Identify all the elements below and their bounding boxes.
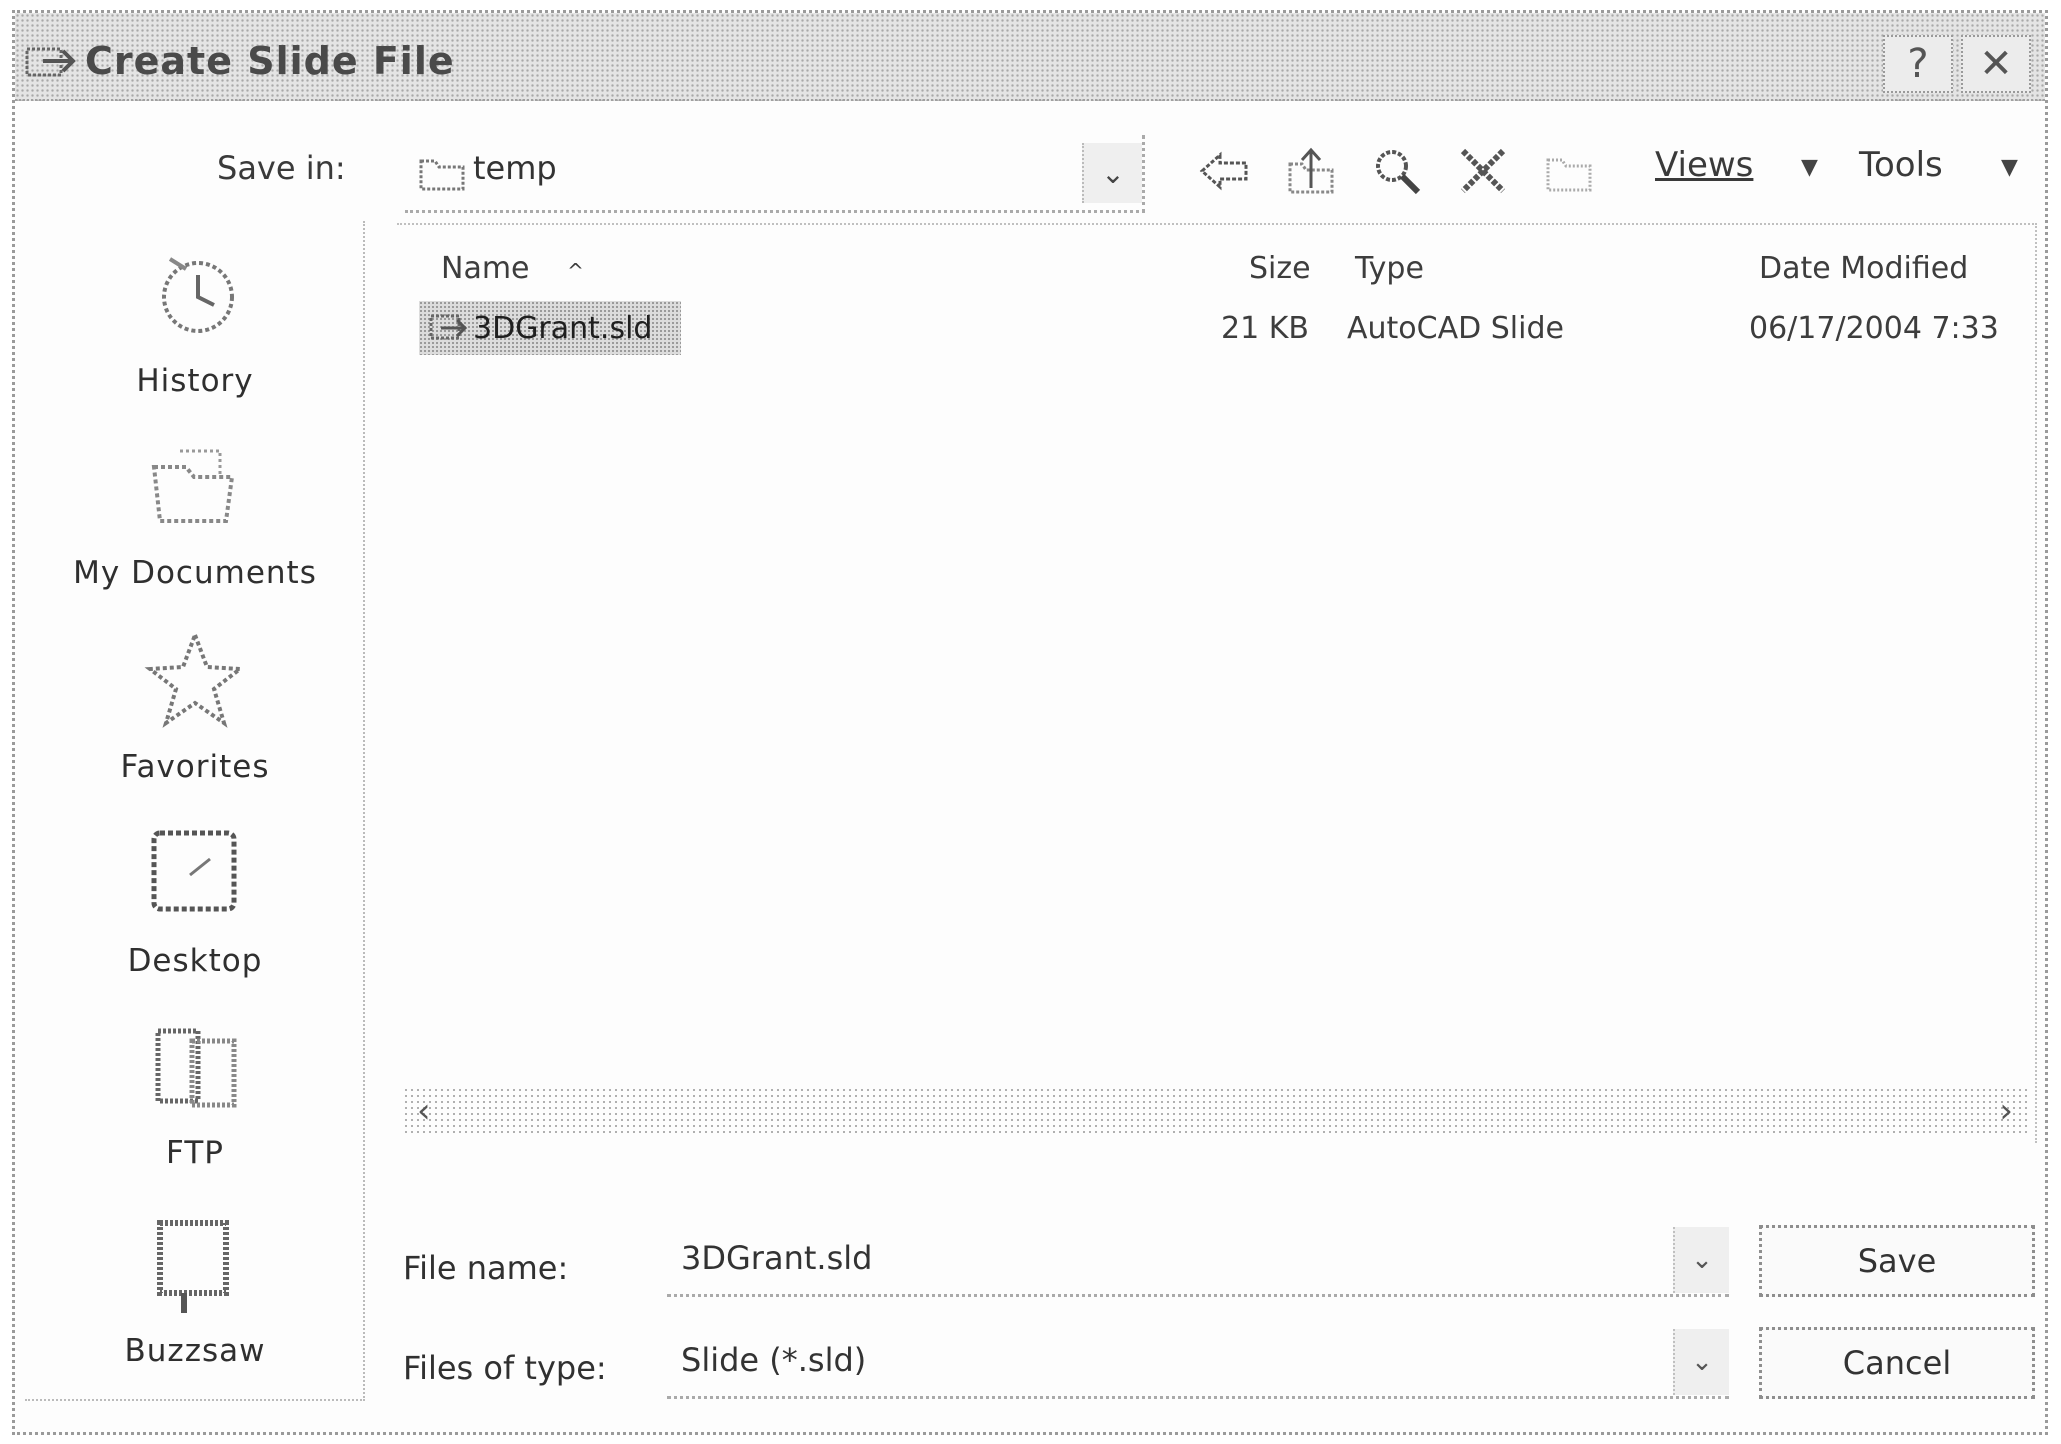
search-web-button[interactable] <box>1367 141 1427 201</box>
ftp-icon <box>155 1028 237 1108</box>
desktop-icon <box>151 830 237 912</box>
create-slide-file-dialog: Create Slide File ? ✕ Save in: temp ⌄ Vi… <box>12 10 2048 1435</box>
file-name-value: 3DGrant.sld <box>681 1239 873 1277</box>
cancel-button[interactable]: Cancel <box>1759 1327 2035 1399</box>
back-button[interactable] <box>1195 141 1255 201</box>
delete-icon <box>1460 148 1506 194</box>
scroll-left-icon[interactable]: ‹ <box>417 1091 431 1131</box>
scroll-right-icon[interactable]: › <box>1999 1091 2013 1131</box>
back-arrow-icon <box>1199 151 1248 191</box>
place-my-documents[interactable]: My Documents <box>25 431 365 591</box>
save-in-value: temp <box>473 149 557 187</box>
chevron-down-icon[interactable]: ⌄ <box>1673 1227 1729 1293</box>
column-header-date-modified[interactable]: Date Modified <box>1759 251 1968 286</box>
up-folder-button[interactable] <box>1281 141 1341 201</box>
my-documents-icon <box>151 449 235 523</box>
tools-menu[interactable]: Tools <box>1859 145 1943 185</box>
place-desktop[interactable]: Desktop <box>25 819 365 979</box>
delete-button[interactable] <box>1453 141 1513 201</box>
cancel-label: Cancel <box>1842 1344 1952 1382</box>
history-icon <box>162 257 234 333</box>
place-ftp[interactable]: FTP <box>25 1011 365 1171</box>
file-list[interactable]: Name ^ Size Type Date Modified 3DGrant.s… <box>397 223 2037 1143</box>
save-label: Save <box>1857 1242 1937 1280</box>
save-in-dropdown[interactable]: temp ⌄ <box>405 135 1145 213</box>
views-dropdown-icon[interactable]: ▼ <box>1801 155 1818 180</box>
up-folder-icon <box>1288 147 1334 194</box>
close-button[interactable]: ✕ <box>1961 35 2031 93</box>
place-history[interactable]: History <box>25 239 365 399</box>
places-bar: History My Documents Favorites Desktop F… <box>25 221 365 1401</box>
close-icon: ✕ <box>1979 41 2013 87</box>
file-row-date: 06/17/2004 7:33 <box>1749 311 1999 346</box>
window-title: Create Slide File <box>85 39 455 83</box>
column-header-size[interactable]: Size <box>1249 251 1311 286</box>
place-buzzsaw[interactable]: Buzzsaw <box>25 1209 365 1369</box>
favorites-icon <box>144 629 246 728</box>
title-bar: Create Slide File ? ✕ <box>15 13 2045 101</box>
help-icon: ? <box>1907 41 1929 87</box>
column-header-name[interactable]: Name ^ <box>441 251 584 286</box>
sort-ascending-icon: ^ <box>567 259 584 283</box>
search-icon <box>1376 150 1421 195</box>
folder-icon <box>419 159 465 191</box>
file-row-name[interactable]: 3DGrant.sld <box>419 301 681 355</box>
tools-label: Tools <box>1859 145 1943 185</box>
column-header-type[interactable]: Type <box>1355 251 1424 286</box>
buzzsaw-icon <box>157 1220 229 1313</box>
app-icon <box>25 47 76 77</box>
views-label: Views <box>1655 145 1754 185</box>
file-name-input[interactable]: 3DGrant.sld ⌄ <box>667 1225 1729 1297</box>
place-favorites[interactable]: Favorites <box>25 625 365 785</box>
tools-dropdown-icon[interactable]: ▼ <box>2001 155 2018 180</box>
chevron-down-icon[interactable]: ⌄ <box>1082 143 1142 203</box>
save-in-label: Save in: <box>217 149 346 187</box>
file-row-type: AutoCAD Slide <box>1347 311 1564 346</box>
new-folder-button[interactable] <box>1539 141 1599 201</box>
slide-file-icon <box>429 314 467 340</box>
views-menu[interactable]: Views <box>1655 145 1753 185</box>
horizontal-scrollbar[interactable]: ‹ › <box>403 1087 2027 1135</box>
help-button[interactable]: ? <box>1883 35 1953 93</box>
file-row-size: 21 KB <box>1221 311 1309 346</box>
save-button[interactable]: Save <box>1759 1225 2035 1297</box>
file-type-label: Files of type: <box>403 1349 607 1387</box>
new-folder-icon <box>1546 158 1592 192</box>
file-name-label: File name: <box>403 1249 569 1287</box>
chevron-down-icon[interactable]: ⌄ <box>1673 1329 1729 1395</box>
file-type-value: Slide (*.sld) <box>681 1341 867 1379</box>
file-type-select[interactable]: Slide (*.sld) ⌄ <box>667 1327 1729 1399</box>
